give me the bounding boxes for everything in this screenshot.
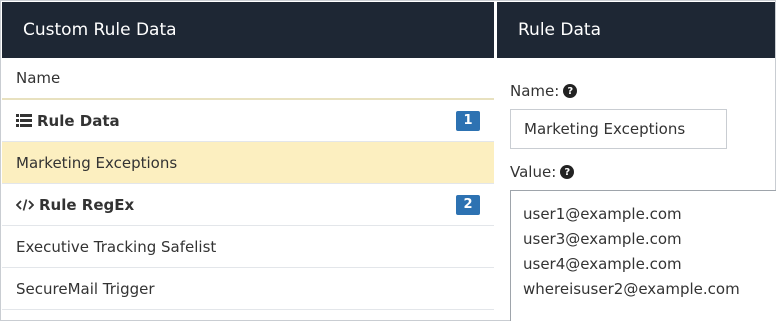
value-textarea[interactable]: user1@example.com user3@example.com user… [510, 190, 776, 321]
value-line: user1@example.com [523, 205, 682, 223]
code-icon [16, 198, 34, 212]
value-line: user4@example.com [523, 255, 682, 273]
panel-title: Rule Data [497, 2, 775, 58]
value-line: whereisuser2@example.com [523, 280, 740, 298]
custom-rule-data-panel: Custom Rule Data Name Rule Data 1 Market… [2, 2, 494, 319]
question-circle-icon[interactable]: ? [560, 165, 575, 179]
name-input[interactable] [510, 109, 727, 149]
value-field-label: Value: ? [510, 163, 575, 181]
list-item-label: Executive Tracking Safelist [16, 237, 217, 256]
list-icon [16, 114, 32, 127]
list-item-securemail-trigger[interactable]: SecureMail Trigger [2, 268, 494, 310]
count-badge: 1 [456, 110, 480, 131]
group-label: Rule Data [37, 111, 120, 130]
column-header-name[interactable]: Name [2, 58, 494, 100]
list-item-label: SecureMail Trigger [16, 279, 155, 298]
count-badge: 2 [456, 194, 480, 215]
group-label: Rule RegEx [39, 195, 135, 214]
value-line: user3@example.com [523, 230, 682, 248]
question-circle-icon[interactable]: ? [563, 84, 578, 98]
group-row-rule-data[interactable]: Rule Data 1 [2, 100, 494, 142]
panel-title: Custom Rule Data [2, 2, 494, 58]
value-label-text: Value: [510, 163, 557, 181]
list-item-marketing-exceptions[interactable]: Marketing Exceptions [2, 142, 494, 184]
group-row-rule-regex[interactable]: Rule RegEx 2 [2, 184, 494, 226]
rule-data-panel: Rule Data Name: ? Value: ? user1@example… [497, 2, 776, 321]
name-field-label: Name: ? [510, 82, 578, 100]
name-label-text: Name: [510, 82, 560, 100]
list-item-executive-tracking-safelist[interactable]: Executive Tracking Safelist [2, 226, 494, 268]
list-item-label: Marketing Exceptions [16, 153, 178, 172]
